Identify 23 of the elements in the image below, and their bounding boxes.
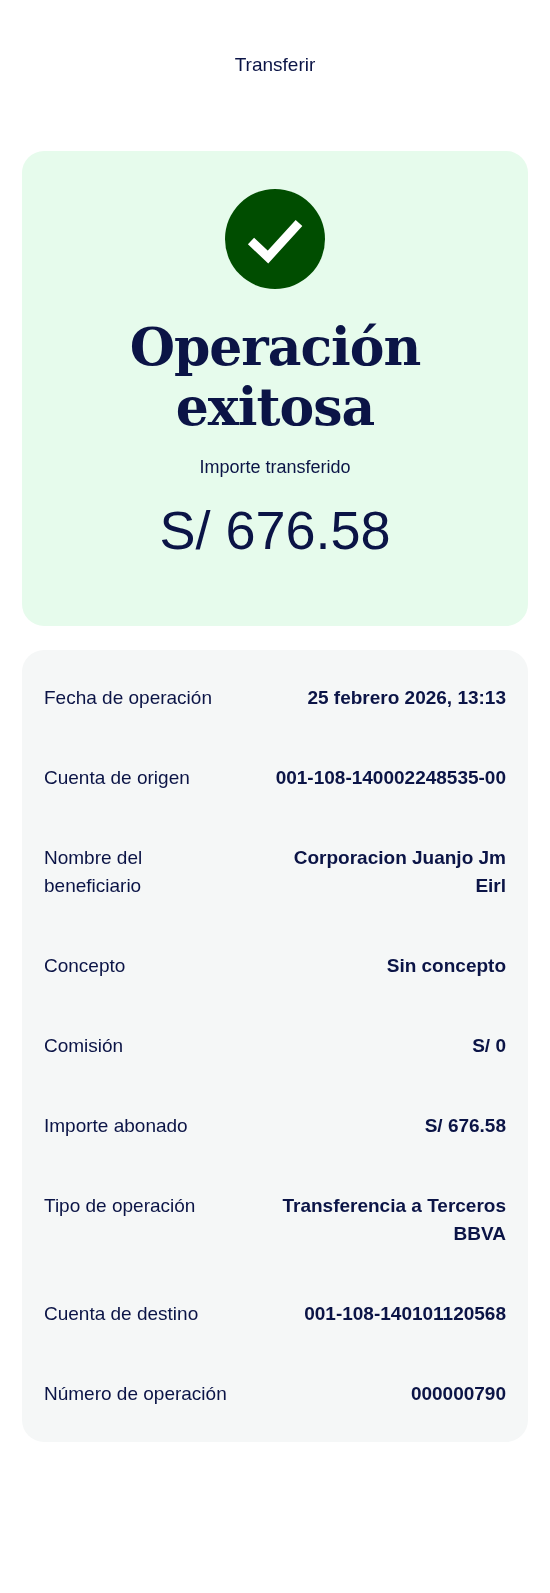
amount-value: S/ 676.58 [159, 499, 391, 561]
detail-value: Corporacion Juanjo Jm Eirl [292, 846, 506, 898]
detail-value: S/ 676.58 [423, 1114, 506, 1138]
checkmark-icon [225, 189, 325, 289]
detail-label: Fecha de operación [44, 686, 213, 710]
detail-label: Tipo de operación [44, 1194, 197, 1218]
screen-title: Transferir [234, 53, 316, 77]
detail-value: 25 febrero 2026, 13:13 [306, 686, 506, 710]
detail-value: Transferencia a Terceros BBVA [281, 1194, 506, 1246]
detail-value: Sin concepto [385, 954, 506, 978]
detail-label: Importe abonado [44, 1114, 189, 1138]
detail-label: Concepto [44, 954, 127, 978]
detail-label: Número de operación [44, 1382, 228, 1406]
detail-label: Cuenta de origen [44, 766, 191, 790]
detail-label: Cuenta de destino [44, 1302, 200, 1326]
detail-label: Comisión [44, 1034, 125, 1058]
success-heading: Operación exitosa [128, 317, 422, 437]
detail-value: S/ 0 [471, 1034, 506, 1058]
detail-value: 000000790 [409, 1382, 506, 1406]
detail-label: Nombre del beneficiario [44, 846, 144, 898]
detail-value: 001-108-140002248535-00 [274, 766, 506, 790]
amount-label: Importe transferido [199, 456, 351, 479]
detail-value: 001-108-140101120568 [303, 1302, 506, 1326]
